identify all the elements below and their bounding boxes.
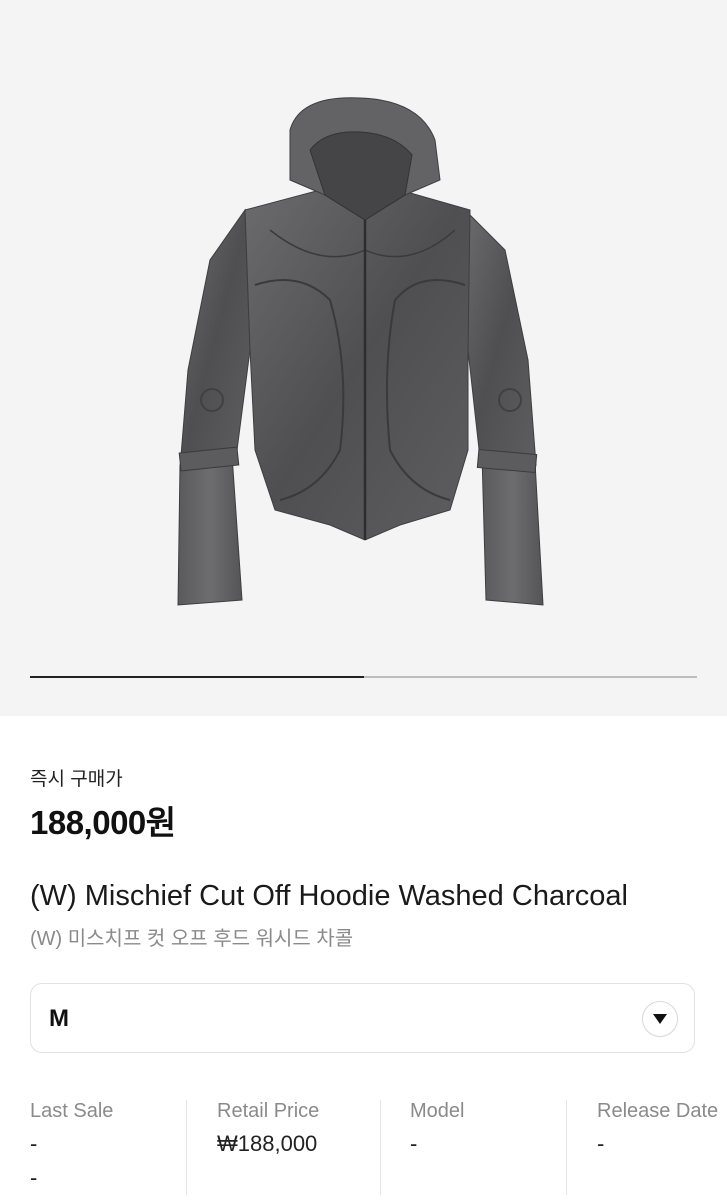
size-selected-value: M — [49, 1005, 69, 1032]
product-title-en: (W) Mischief Cut Off Hoodie Washed Charc… — [30, 880, 628, 912]
stat-value: - — [597, 1131, 605, 1156]
dropdown-button[interactable] — [642, 1001, 678, 1037]
stat-value: - — [30, 1131, 38, 1156]
stat-label: Model — [410, 1100, 465, 1122]
carousel-progress-track[interactable] — [30, 676, 697, 678]
stat-value-secondary: - — [30, 1165, 38, 1190]
stat-value: ₩188,000 — [217, 1131, 318, 1156]
stat-divider — [380, 1100, 381, 1195]
carousel-progress-fill — [30, 676, 364, 678]
price-value: 188,000원 — [30, 804, 176, 841]
stat-label: Release Date — [597, 1100, 719, 1122]
stat-label: Retail Price — [217, 1100, 320, 1122]
stat-value: - — [410, 1131, 418, 1156]
triangle-down-icon — [653, 1014, 667, 1024]
product-image-carousel[interactable] — [0, 0, 727, 716]
product-page: 즉시 구매가 188,000원 (W) Mischief Cut Off Hoo… — [0, 0, 727, 1200]
product-stats: Last Sale - - Retail Price ₩188,000 Mode… — [0, 1090, 727, 1200]
stat-divider — [566, 1100, 567, 1195]
stat-last-sale: Last Sale - - — [30, 1100, 113, 1200]
stat-divider — [186, 1100, 187, 1195]
product-title-ko: (W) 미스치프 컷 오프 후드 워시드 차콜 — [30, 928, 354, 950]
stat-label: Last Sale — [30, 1100, 114, 1122]
price-label: 즉시 구매가 — [30, 769, 123, 790]
stat-release-date: Release Date - — [597, 1100, 718, 1200]
size-select[interactable]: M — [30, 983, 695, 1053]
stat-model: Model - — [410, 1100, 464, 1200]
product-image — [177, 97, 544, 606]
stat-retail-price: Retail Price ₩188,000 — [217, 1100, 319, 1200]
